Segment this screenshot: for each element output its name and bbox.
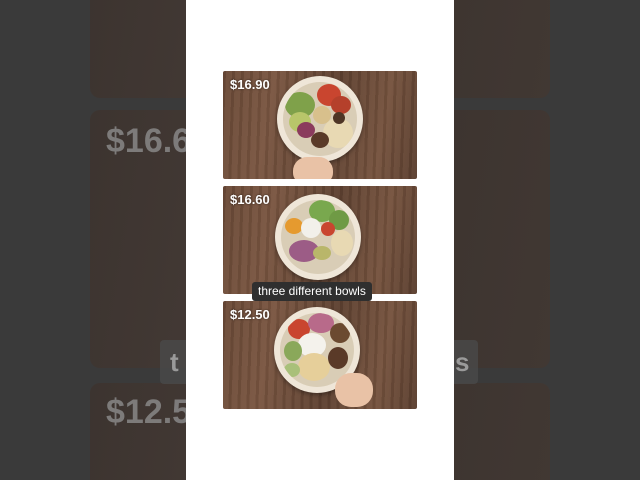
bowl-image <box>275 194 361 280</box>
background-price-bottom: $12.5 <box>106 393 192 431</box>
price-label: $16.90 <box>230 77 270 92</box>
bowl-image <box>277 76 363 162</box>
bowl-frame-2: $16.60 <box>223 186 417 294</box>
video-panel[interactable]: $16.90 $16.60 three different bowls $12.… <box>186 0 454 480</box>
price-label: $12.50 <box>230 307 270 322</box>
bowl-frame-1: $16.90 <box>223 71 417 179</box>
hand-image <box>335 373 373 407</box>
background-caption-text-left: t <box>170 347 179 377</box>
subtitle-caption: three different bowls <box>252 282 372 301</box>
hand-image <box>293 157 333 179</box>
background-price-top: $16.6 <box>106 122 192 160</box>
background-caption-text-right: s <box>455 347 470 377</box>
bowl-frame-3: $12.50 <box>223 301 417 409</box>
price-label: $16.60 <box>230 192 270 207</box>
